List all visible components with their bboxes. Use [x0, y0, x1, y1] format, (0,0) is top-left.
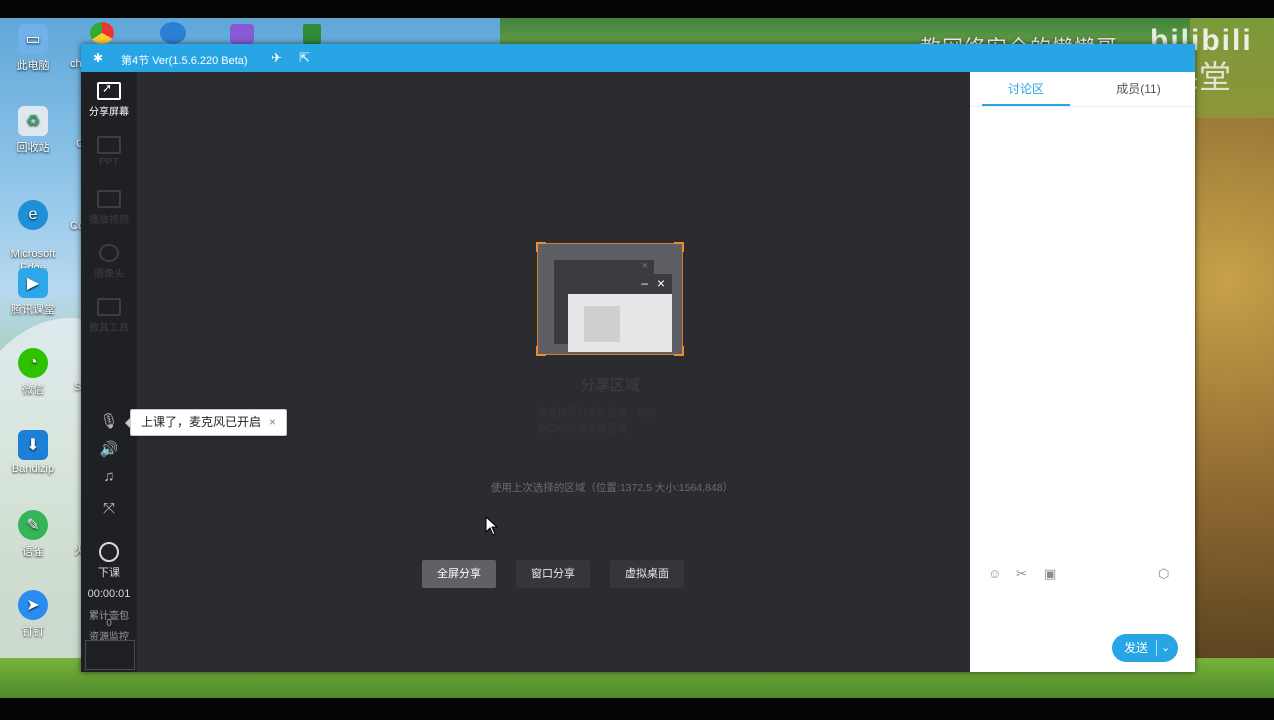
desktop-icon-label: 腾讯课堂	[11, 304, 55, 316]
desktop-icon-label: 回收站	[16, 142, 50, 154]
tab-members[interactable]: 成员(11)	[1082, 72, 1195, 106]
image-icon[interactable]: ▣	[1044, 566, 1056, 582]
titlebar: ✱ 第4节 Ver(1.5.6.220 Beta) ✈ ⇱	[81, 44, 1195, 72]
window-title: 第4节 Ver(1.5.6.220 Beta)	[121, 55, 248, 67]
camera-label: 摄像头	[94, 269, 124, 280]
letterbox-top	[0, 0, 1274, 18]
desktop-icon-label: Bandizip	[11, 463, 55, 475]
minimize-icon: –	[641, 276, 648, 290]
right-panel: 讨论区 成员(11) ☺ ✂ ▣ ⬡ 发送 ⌄	[970, 72, 1195, 672]
camera-button[interactable]: 摄像头	[81, 244, 137, 280]
desktop-icon-label: 此电脑	[16, 60, 50, 72]
tencent-classroom-window: ✱ 第4节 Ver(1.5.6.220 Beta) ✈ ⇱ ➚ 分享屏幕 PPT…	[81, 44, 1195, 672]
teaching-tools-icon	[97, 298, 121, 316]
send-label: 发送	[1124, 641, 1149, 655]
ppt-button[interactable]: PPT	[81, 136, 137, 168]
close-icon: ×	[656, 275, 665, 291]
teamviewer-icon[interactable]	[160, 22, 186, 44]
corner-mark	[674, 346, 684, 356]
send-button[interactable]: 发送 ⌄	[1112, 634, 1178, 662]
desktop-icon-yuque[interactable]: ✎ 语雀	[1, 510, 65, 559]
play-video-icon	[97, 190, 121, 208]
share-screen-label: 分享屏幕	[89, 107, 129, 118]
end-class-button[interactable]: 下课	[81, 542, 137, 580]
settings-icon[interactable]: ✱	[93, 51, 103, 65]
play-video-button[interactable]: 播放视频	[81, 190, 137, 226]
fullscreen-share-button[interactable]: 全屏分享	[422, 560, 496, 588]
desktop-icon-label: 语雀	[22, 546, 44, 558]
desktop-icon-label: 微信	[22, 384, 44, 396]
notepad-icon[interactable]	[303, 24, 321, 44]
share-screen-icon: ➚	[97, 81, 121, 100]
send-divider	[1156, 640, 1157, 656]
mouse-cursor	[485, 516, 499, 536]
chevron-down-icon[interactable]: ⌄	[1161, 634, 1170, 662]
scissors-icon[interactable]: ✂	[1016, 566, 1027, 582]
window-illustration-bar: – ×	[568, 274, 672, 294]
teaching-tools-label: 教具工具	[89, 323, 129, 334]
last-area-link[interactable]: 使用上次选择的区域（位置:1372,5 大小:1564,848）	[427, 480, 797, 495]
camera-icon	[99, 244, 119, 262]
tencent-classroom-icon: ▶	[18, 268, 48, 298]
desktop-icon-label: 钉钉	[22, 626, 44, 638]
airplane-icon[interactable]: ✈	[271, 50, 282, 66]
class-timer: 00:00:01	[87, 588, 131, 600]
microphone-tooltip: 上课了，麦克风已开启 ×	[124, 409, 288, 436]
settings-icon[interactable]: ⬡	[1158, 566, 1169, 582]
share-area-title: 分享区域	[579, 377, 640, 394]
share-region-preview[interactable]: × – ×	[536, 242, 684, 356]
ppt-icon	[97, 136, 121, 154]
share-screen-button[interactable]: ➚ 分享屏幕	[81, 81, 137, 118]
desktop-partial-label: ch	[70, 58, 82, 70]
desktop-icon-dingtalk[interactable]: ➤ 钉钉	[1, 590, 65, 639]
window-illustration-content	[584, 306, 620, 342]
computer-icon: ▭	[18, 24, 48, 54]
wechat-icon: ◔	[18, 348, 48, 378]
virtual-desktop-button[interactable]: 虚拟桌面	[610, 560, 684, 588]
camera-preview-box	[85, 640, 135, 670]
speaker-icon[interactable]: 🔊	[81, 440, 137, 458]
edge-icon: e	[18, 200, 48, 230]
app-icon[interactable]	[230, 24, 254, 44]
left-toolbar: ➚ 分享屏幕 PPT 播放视频 摄像头 教具工具 🎙 🔊 ♫ ⤧ 下课 00:0…	[81, 72, 137, 672]
teaching-tools-button[interactable]: 教具工具	[81, 298, 137, 334]
desktop-icon-edge[interactable]: e Microsoft Edge	[1, 186, 65, 275]
end-class-label: 下课	[98, 567, 120, 579]
share-out-icon[interactable]: ⇱	[299, 50, 310, 66]
desktop-icon-this-pc[interactable]: ▭ 此电脑	[1, 24, 65, 73]
play-video-label: 播放视频	[89, 215, 129, 226]
recycle-bin-icon: ♻	[18, 106, 48, 136]
share-area-description: 请选择要分享的区域，可在 窗口中拖拽调整区域	[537, 406, 697, 438]
close-icon: ×	[641, 260, 648, 272]
music-icon[interactable]: ♫	[81, 468, 137, 485]
window-illustration-front: – ×	[568, 274, 672, 352]
yuque-icon: ✎	[18, 510, 48, 540]
desktop-icon-wechat[interactable]: ◔ 微信	[1, 348, 65, 397]
share-desc-line: 窗口中拖拽调整区域	[537, 424, 627, 435]
corner-mark	[536, 242, 546, 252]
close-icon[interactable]: ×	[269, 415, 276, 429]
letterbox-bottom	[0, 698, 1274, 720]
bandizip-icon: ⬇	[18, 430, 48, 460]
power-icon	[99, 542, 119, 562]
desktop-icon-recycle-bin[interactable]: ♻ 回收站	[1, 106, 65, 155]
share-area-stage: × – × 分享区域 请选择要分享的区域，可在 窗口中拖拽调整区域 使用上次选择…	[137, 72, 970, 672]
corner-mark	[536, 346, 546, 356]
wallpaper-tree	[1196, 118, 1274, 658]
window-share-button[interactable]: 窗口分享	[516, 560, 590, 588]
emoji-icon[interactable]: ☺	[988, 566, 1001, 581]
fullscreen-icon[interactable]: ⤧	[81, 500, 137, 517]
corner-mark	[674, 242, 684, 252]
dingtalk-icon: ➤	[18, 590, 48, 620]
desktop-icon-bandizip[interactable]: ⬇ Bandizip	[1, 430, 65, 475]
chrome-taskbar-icon[interactable]	[90, 22, 114, 44]
tab-divider	[970, 106, 1195, 107]
desktop-icon-tencent-classroom[interactable]: ▶ 腾讯课堂	[1, 268, 65, 317]
ppt-label: PPT	[99, 157, 119, 168]
tooltip-text: 上课了，麦克风已开启	[141, 415, 262, 429]
share-desc-line: 请选择要分享的区域，可在	[537, 408, 657, 419]
tab-discussion[interactable]: 讨论区	[970, 72, 1082, 106]
